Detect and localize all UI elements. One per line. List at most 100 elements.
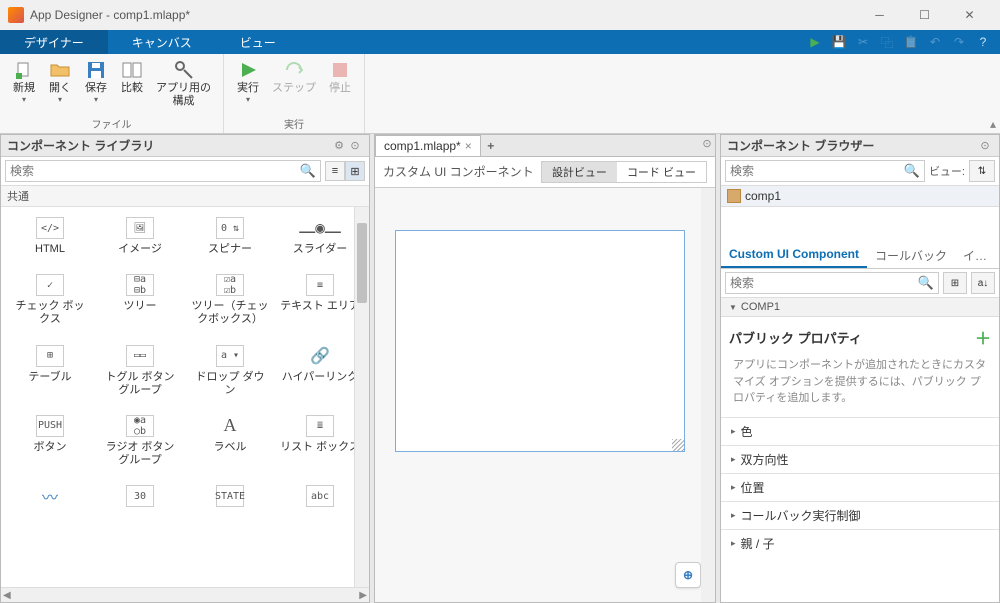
- browser-sort-button[interactable]: ⇅: [969, 160, 995, 182]
- component-textarea[interactable]: ≡テキスト エリア: [275, 272, 365, 328]
- component-numeric[interactable]: 30: [95, 483, 185, 513]
- checkbox-icon: ✓: [36, 274, 64, 296]
- canvas-subtitle: カスタム UI コンポーネント: [383, 165, 541, 179]
- quick-undo-icon: ↶: [924, 32, 946, 52]
- listbox-icon: ≣: [306, 415, 334, 437]
- component-library-panel: コンポーネント ライブラリ ⚙ ⊙ 🔍 ≡ ⊞ 共通 </>HTML 🖼イメージ…: [0, 134, 370, 603]
- prop-callback-control[interactable]: コールバック実行制御: [721, 501, 999, 529]
- component-button[interactable]: PUSHボタン: [5, 413, 95, 469]
- component-hyperlink[interactable]: 🔗ハイパーリンク: [275, 343, 365, 399]
- component-artboard[interactable]: [395, 230, 685, 452]
- step-button: ステップ: [266, 58, 322, 97]
- toolstrip: 新規▾ 開く▾ 保存▾ 比較 アプリ用の 構成 ファイル 実行▾ ステップ 停止…: [0, 54, 1000, 134]
- tab-canvas[interactable]: キャンバス: [108, 30, 216, 54]
- code-view-button[interactable]: コード ビュー: [617, 162, 706, 182]
- inspector-category-button[interactable]: ⊞: [943, 272, 967, 294]
- document-tab-comp1[interactable]: comp1.mlapp* ×: [375, 135, 481, 156]
- component-table[interactable]: ⊞テーブル: [5, 343, 95, 399]
- quick-save-icon[interactable]: 💾: [828, 32, 850, 52]
- browser-search-box[interactable]: 🔍: [725, 160, 925, 182]
- new-button[interactable]: 新規▾: [6, 58, 42, 106]
- prop-parent-child[interactable]: 親 / 子: [721, 529, 999, 557]
- maximize-button[interactable]: ☐: [902, 0, 947, 30]
- library-section-common: 共通: [1, 186, 369, 207]
- design-view-button[interactable]: 設計ビュー: [542, 162, 617, 182]
- component-spinner[interactable]: 0 ⇅スピナー: [185, 215, 275, 258]
- matlab-icon: [8, 7, 24, 23]
- subtab-component[interactable]: Custom UI Component: [721, 243, 867, 268]
- component-label[interactable]: Aラベル: [185, 413, 275, 469]
- component-tree[interactable]: ⊟a⊟bツリー: [95, 272, 185, 328]
- component-node-icon: [727, 189, 741, 203]
- inspector-section-comp1[interactable]: COMP1: [721, 298, 999, 317]
- component-html[interactable]: </>HTML: [5, 215, 95, 258]
- component-dropdown[interactable]: a ▾ドロップ ダウン: [185, 343, 275, 399]
- canvas-scrollbar[interactable]: [701, 188, 715, 602]
- open-button[interactable]: 開く▾: [42, 58, 78, 106]
- minimize-button[interactable]: ─: [857, 0, 902, 30]
- browser-close-icon[interactable]: ⊙: [977, 138, 993, 154]
- quick-help-icon[interactable]: ?: [972, 32, 994, 52]
- window-titlebar: App Designer - comp1.mlapp* ─ ☐ ✕: [0, 0, 1000, 30]
- subtab-callbacks[interactable]: コールバック: [867, 243, 955, 268]
- spinner-icon: 0 ⇅: [216, 217, 244, 239]
- library-view-grid-button[interactable]: ⊞: [345, 161, 365, 181]
- component-listbox[interactable]: ≣リスト ボックス: [275, 413, 365, 469]
- tab-designer[interactable]: デザイナー: [0, 30, 108, 54]
- tree-checkbox-icon: ☑a☑b: [216, 274, 244, 296]
- component-state[interactable]: STATE: [185, 483, 275, 513]
- run-button[interactable]: 実行▾: [230, 58, 266, 106]
- step-icon: [284, 60, 304, 80]
- inspector-search-input[interactable]: [730, 276, 918, 290]
- panel-gear-icon[interactable]: ⚙: [331, 138, 347, 154]
- prop-position[interactable]: 位置: [721, 473, 999, 501]
- inspector-search-box[interactable]: 🔍: [725, 272, 939, 294]
- component-editfield[interactable]: abc: [275, 483, 365, 513]
- library-scroll-area: </>HTML 🖼イメージ 0 ⇅スピナー ⎼◉⎼スライダー ✓チェック ボック…: [1, 207, 369, 587]
- slider-icon: ⎼◉⎼: [306, 217, 334, 239]
- image-icon: 🖼: [126, 217, 154, 239]
- document-tab-close-icon[interactable]: ×: [465, 139, 472, 153]
- component-tree-checkbox[interactable]: ☑a☑bツリー（チェックボックス）: [185, 272, 275, 328]
- view-mode-segment: 設計ビュー コード ビュー: [541, 161, 707, 183]
- library-hscrollbar[interactable]: ◀▶: [1, 587, 369, 602]
- quick-redo-icon: ↷: [948, 32, 970, 52]
- toggle-icon: ▭▭: [126, 345, 154, 367]
- browser-view-label: ビュー:: [929, 163, 965, 179]
- table-icon: ⊞: [36, 345, 64, 367]
- design-canvas[interactable]: ⊕: [375, 188, 715, 602]
- zoom-fit-button[interactable]: ⊕: [675, 562, 701, 588]
- state-icon: STATE: [216, 485, 244, 507]
- inspector-alpha-button[interactable]: a↓: [971, 272, 995, 294]
- prop-bidirectionality[interactable]: 双方向性: [721, 445, 999, 473]
- component-slider[interactable]: ⎼◉⎼スライダー: [275, 215, 365, 258]
- panel-close-icon[interactable]: ⊙: [347, 138, 363, 154]
- compare-button[interactable]: 比較: [114, 58, 150, 97]
- browser-tree-root[interactable]: comp1: [721, 186, 999, 207]
- component-checkbox[interactable]: ✓チェック ボックス: [5, 272, 95, 328]
- quick-run-icon[interactable]: ▶: [804, 32, 826, 52]
- library-search-input[interactable]: [10, 164, 300, 178]
- component-radio-group[interactable]: ◉a○bラジオ ボタン グループ: [95, 413, 185, 469]
- main-tabstrip: デザイナー キャンバス ビュー ▶ 💾 ✂ ⿻ 📋 ↶ ↷ ?: [0, 30, 1000, 54]
- component-toggle-group[interactable]: ▭▭トグル ボタン グループ: [95, 343, 185, 399]
- component-image[interactable]: 🖼イメージ: [95, 215, 185, 258]
- library-view-list-button[interactable]: ≡: [325, 161, 345, 181]
- toolstrip-collapse-button[interactable]: ▴: [986, 54, 1000, 133]
- prop-color[interactable]: 色: [721, 417, 999, 445]
- tab-view[interactable]: ビュー: [216, 30, 300, 54]
- library-scrollbar[interactable]: [354, 207, 369, 587]
- new-document-tab-button[interactable]: +: [481, 135, 501, 156]
- save-button[interactable]: 保存▾: [78, 58, 114, 106]
- subtab-events[interactable]: イベン…: [955, 243, 999, 268]
- document-tabs: comp1.mlapp* × + ⊙: [375, 135, 715, 157]
- library-search-box[interactable]: 🔍: [5, 160, 321, 182]
- close-window-button[interactable]: ✕: [947, 0, 992, 30]
- component-axes[interactable]: 〰: [5, 483, 95, 513]
- canvas-panel-close-icon[interactable]: ⊙: [699, 135, 715, 151]
- convert-button[interactable]: アプリ用の 構成: [150, 58, 217, 109]
- browser-search-input[interactable]: [730, 164, 904, 178]
- add-property-button[interactable]: ＋: [975, 325, 991, 349]
- toolgroup-run: 実行▾ ステップ 停止 実行: [224, 54, 365, 133]
- folder-open-icon: [50, 60, 70, 80]
